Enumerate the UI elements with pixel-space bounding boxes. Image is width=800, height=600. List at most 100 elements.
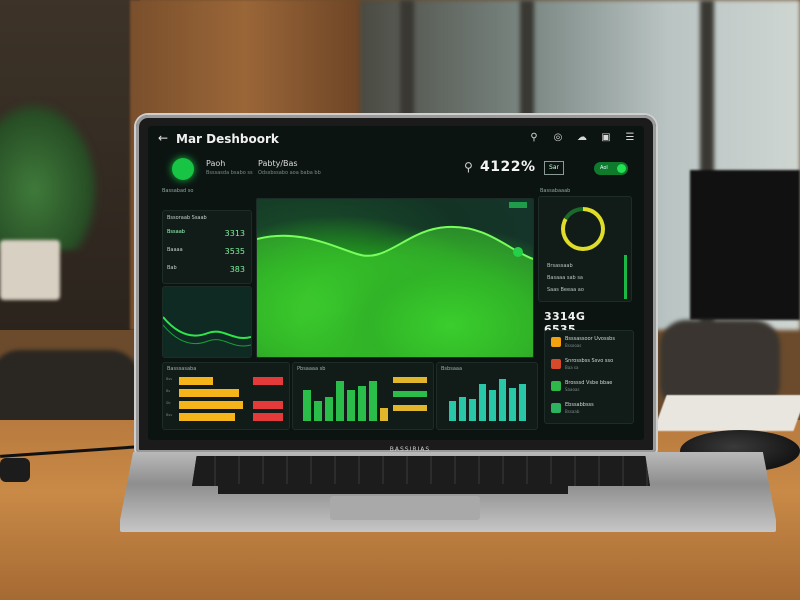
list-item[interactable]: Brosssd Vsbe bbae Saaoas [551, 379, 631, 395]
settings-icon[interactable]: ▣ [600, 132, 612, 143]
list-item[interactable]: Snrossbss Ssvo sso Baa sa [551, 357, 631, 373]
list-item-sub: Baa sa [565, 365, 579, 370]
bar[interactable] [369, 381, 377, 421]
gauge-line: Basaaa sab sa [547, 275, 583, 281]
stat-row[interactable]: Bssaab 3313 [167, 229, 247, 241]
level-bar [624, 255, 627, 299]
chart-title: Bsbsaaa [441, 366, 463, 372]
bar[interactable] [179, 377, 213, 385]
stat-row[interactable]: Baaaa 3535 [167, 247, 247, 259]
notification-icon[interactable]: ◎ [552, 132, 564, 143]
filter-chip[interactable]: Sar [544, 161, 564, 175]
bar[interactable] [393, 391, 427, 397]
kpi-value: 4122% [480, 159, 536, 175]
bar[interactable] [179, 413, 235, 421]
chart-title: Pbsaaaa sb [297, 366, 326, 372]
activity-list: Bsssassoor Uvossbs Bssooas Snrossbss Ssv… [544, 330, 634, 424]
top-toolbar: ⚲ ◎ ☁ ▣ ☰ [528, 132, 636, 143]
bar[interactable] [489, 390, 496, 421]
bar[interactable] [314, 401, 322, 421]
bar-label: Bss [166, 377, 173, 381]
stat-row[interactable]: Bssoraab Ssaab [167, 215, 247, 227]
big-number: 3314G [544, 310, 586, 323]
plant-pot [0, 240, 60, 300]
teal-bar-chart: Bsbsaaa [436, 362, 538, 430]
bar[interactable] [509, 388, 516, 421]
bar[interactable] [519, 383, 526, 421]
stat-label: Bab [167, 265, 177, 271]
adapter [0, 458, 30, 482]
dashboard-screen: ← Mar Deshboork ⚲ ◎ ☁ ▣ ☰ Paoh Bsssasda … [148, 126, 644, 440]
bar[interactable] [336, 381, 344, 421]
paper [653, 395, 800, 431]
map-legend-tag [509, 202, 527, 208]
bar[interactable] [358, 385, 366, 421]
list-item-sub: Saaoas [565, 387, 580, 392]
toggle-switch[interactable]: Aol [594, 162, 628, 175]
list-item-title: Brosssd Vsbe bbae [565, 380, 613, 386]
bar[interactable] [179, 389, 239, 397]
avatar[interactable] [172, 158, 194, 180]
section-name: Pabty/Bas [258, 159, 298, 168]
map-river-overlay [257, 225, 533, 357]
stat-row[interactable]: Bab 383 [167, 265, 247, 277]
chart-title: Basssasaba [167, 366, 197, 372]
laptop-brand-label: BASSIRIAS [389, 446, 431, 453]
terrain-map[interactable] [256, 198, 534, 358]
list-item-icon [551, 359, 561, 369]
stats-panel: Bssoraab Ssaab Bssaab 3313 Baaaa 3535 Bab 3… [162, 210, 252, 284]
stat-label: Bssaab [167, 229, 185, 235]
stat-label: Baaaa [167, 247, 183, 253]
menu-icon[interactable]: ☰ [624, 132, 636, 143]
keyboard [192, 456, 650, 486]
list-item-icon [551, 403, 561, 413]
bar[interactable] [179, 401, 243, 409]
bar[interactable] [325, 396, 333, 421]
bar[interactable] [499, 379, 506, 421]
stat-value: 3313 [224, 229, 245, 238]
list-item-sub: Bssaab [565, 409, 580, 414]
mini-map-graphic [163, 287, 251, 357]
bar[interactable] [469, 399, 476, 421]
user-subtitle: Bsssasda bsabo ss [206, 170, 253, 176]
bar[interactable] [253, 413, 283, 421]
background-monitor [690, 170, 800, 320]
bar[interactable] [380, 407, 388, 421]
app-title: Mar Deshboork [176, 132, 279, 146]
section-label: Bassabaaab [540, 188, 571, 194]
stat-value: 3535 [224, 247, 245, 256]
bar-label: Bss [166, 413, 173, 417]
stat-label: Bssoraab Ssaab [167, 215, 207, 221]
list-item[interactable]: Bsssassoor Uvossbs Bssooas [551, 335, 631, 351]
mini-map[interactable] [162, 286, 252, 358]
map-marker[interactable] [513, 247, 523, 257]
bar[interactable] [253, 377, 283, 385]
bar[interactable] [393, 405, 427, 411]
bar[interactable] [303, 390, 311, 421]
list-item[interactable]: Ebssabbsss Bssaab [551, 401, 631, 417]
trackpad [330, 496, 480, 520]
bar[interactable] [479, 383, 486, 421]
search-icon[interactable]: ⚲ [528, 132, 540, 143]
bar[interactable] [253, 401, 283, 409]
bar-label: Sb [166, 401, 171, 405]
cloud-icon[interactable]: ☁ [576, 132, 588, 143]
arrow-left-icon[interactable]: ← [158, 131, 168, 145]
progress-gauge [561, 207, 605, 251]
bar[interactable] [459, 396, 466, 421]
search-icon[interactable]: ⚲ [464, 160, 473, 174]
section-label: Bassabad so [162, 188, 194, 194]
section-subtitle: Odssbssabo aoa baba bb [258, 170, 321, 176]
bar[interactable] [449, 401, 456, 421]
bar[interactable] [393, 377, 427, 383]
bar[interactable] [347, 390, 355, 421]
vertical-bar-chart: Pbsaaaa sb [292, 362, 434, 430]
gauge-line: Brsassaab [547, 263, 573, 269]
list-item-icon [551, 381, 561, 391]
list-item-sub: Bssooas [565, 343, 582, 348]
plant [0, 100, 100, 250]
user-name: Paoh [206, 159, 226, 168]
toggle-label: Aol [600, 165, 608, 171]
dashboard-header: Paoh Bsssasda bsabo ss Pabty/Bas Odssbss… [154, 156, 638, 184]
list-item-title: Snrossbss Ssvo sso [565, 358, 614, 364]
